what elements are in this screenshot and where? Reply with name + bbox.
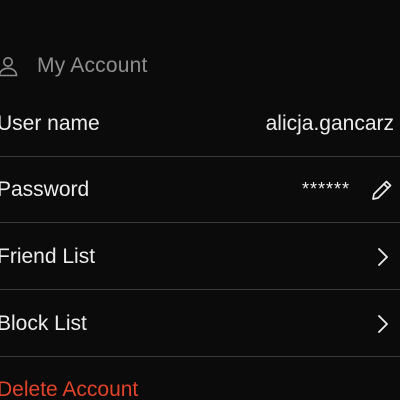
username-value: alicja.gancarz bbox=[265, 112, 394, 135]
password-row: Password ****** bbox=[0, 157, 400, 223]
password-label: Password bbox=[0, 178, 90, 201]
password-masked-value: ****** bbox=[301, 179, 350, 199]
pencil-icon[interactable] bbox=[370, 178, 394, 202]
divider bbox=[0, 222, 400, 223]
divider bbox=[0, 356, 400, 357]
divider bbox=[0, 289, 400, 290]
chevron-right-icon bbox=[378, 315, 388, 333]
user-icon bbox=[0, 57, 18, 77]
chevron-right-icon bbox=[378, 248, 388, 266]
block-list-label: Block List bbox=[0, 312, 87, 335]
delete-account-button[interactable]: Delete Account bbox=[0, 378, 138, 400]
section-title: My Account bbox=[37, 54, 148, 77]
friend-list-label: Friend List bbox=[0, 245, 96, 268]
friend-list-row[interactable]: Friend List bbox=[0, 224, 400, 290]
username-row: User name alicja.gancarz bbox=[0, 91, 400, 157]
block-list-row[interactable]: Block List bbox=[0, 291, 400, 357]
my-account-header: My Account bbox=[0, 48, 400, 86]
username-label: User name bbox=[0, 112, 100, 135]
